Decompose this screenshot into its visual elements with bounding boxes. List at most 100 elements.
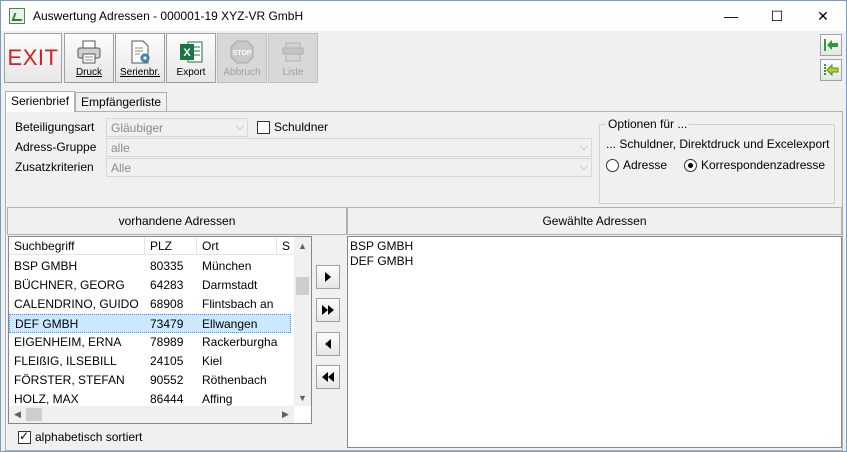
cell-ort: Rackerburgha (202, 335, 278, 349)
table-row[interactable]: FLEIßIG, ILSEBILL 24105 Kiel (9, 352, 291, 371)
schuldner-checkbox[interactable] (257, 121, 270, 134)
nav-back-dotted-button[interactable] (820, 59, 842, 81)
table-row[interactable]: CALENDRINO, GUIDO 68908 Flintsbach an (9, 295, 291, 314)
druck-text: Druck (75, 67, 103, 78)
scroll-down-icon[interactable]: ▼ (294, 389, 311, 406)
druck-label: Druck (76, 67, 102, 78)
cell-plz: 64283 (150, 278, 184, 292)
adresse-radio-label: Adresse (623, 158, 668, 172)
serienbrief-button[interactable]: Serienbr. (115, 33, 165, 83)
add-all-button[interactable] (316, 298, 340, 322)
title-bar: Auswertung Adressen - 000001-19 XYZ-VR G… (1, 1, 846, 31)
list-column-header: Suchbegriff PLZ Ort S (9, 237, 295, 255)
adressgruppe-label: Adress-Gruppe (15, 140, 97, 154)
zusatzkriterien-label: Zusatzkriterien (15, 160, 94, 174)
schuldner-label: Schuldner (274, 120, 329, 134)
scroll-thumb-h[interactable] (26, 408, 42, 421)
chevron-down-icon: ⌵ (579, 141, 588, 153)
stop-icon-text: STOP (233, 50, 252, 57)
scroll-left-icon[interactable]: ◀ (9, 406, 26, 423)
alphabetisch-sortiert-label: alphabetisch sortiert (35, 430, 143, 444)
cell-ort: Flintsbach an (202, 297, 274, 311)
close-button[interactable]: ✕ (800, 1, 846, 31)
vorhandene-adressen-header: vorhandene Adressen (7, 207, 347, 235)
beteiligungsart-select[interactable]: Gläubiger ⌵ (106, 118, 248, 137)
table-row[interactable]: EIGENHEIM, ERNA 78989 Rackerburgha (9, 333, 291, 352)
app-icon (9, 8, 25, 24)
export-button[interactable]: X Export (166, 33, 216, 83)
table-row-selected[interactable]: DEF GMBH 73479 Ellwangen (9, 314, 291, 333)
nav-back-button[interactable] (820, 34, 842, 56)
cell-suchbegriff: BSP GMBH (14, 259, 78, 273)
list-item[interactable]: DEF GMBH (350, 254, 413, 268)
exit-button[interactable]: EXIT (4, 33, 62, 83)
gewaehlte-adressen-list[interactable]: BSP GMBH DEF GMBH (347, 236, 842, 448)
table-row[interactable]: BSP GMBH 80335 München (9, 257, 291, 276)
abbruch-button[interactable]: STOP Abbruch (217, 33, 267, 83)
column-plz[interactable]: PLZ (145, 237, 197, 255)
druck-button[interactable]: Druck (64, 33, 114, 83)
cell-suchbegriff: FLEIßIG, ILSEBILL (14, 354, 117, 368)
document-gear-icon (131, 40, 150, 64)
table-row[interactable]: FÖRSTER, STEFAN 90552 Röthenbach (9, 371, 291, 390)
double-arrow-right-icon (322, 305, 334, 315)
adressgruppe-select[interactable]: alle ⌵ (106, 138, 592, 157)
maximize-button[interactable]: ☐ (754, 1, 800, 31)
minimize-button[interactable]: — (708, 1, 754, 31)
korrespondenzadresse-radio[interactable] (684, 159, 697, 172)
vorhandene-adressen-list[interactable]: Suchbegriff PLZ Ort S BSP GMBH 80335 Mün… (8, 236, 312, 424)
chevron-down-icon: ⌵ (579, 161, 588, 173)
chevron-down-icon: ⌵ (235, 121, 244, 133)
tab-panel-serienbrief: Beteiligungsart Gläubiger ⌵ Schuldner Ad… (5, 111, 843, 451)
cell-suchbegriff: CALENDRINO, GUIDO (14, 297, 139, 311)
adressgruppe-value: alle (111, 141, 130, 155)
beteiligungsart-label: Beteiligungsart (15, 120, 95, 134)
cell-ort: München (202, 259, 252, 273)
serienbrief-text: Serienbr. (119, 67, 161, 78)
optionen-title: Optionen für ... (606, 117, 690, 131)
korrespondenzadresse-radio-label: Korrespondenzadresse (701, 158, 826, 172)
window-controls: — ☐ ✕ (708, 1, 846, 31)
window-title: Auswertung Adressen - 000001-19 XYZ-VR G… (33, 9, 304, 23)
optionen-group: Optionen für ... ... Schuldner, Direktdr… (599, 117, 835, 204)
zusatzkriterien-select[interactable]: Alle ⌵ (106, 158, 592, 177)
cell-plz: 73479 (150, 317, 184, 331)
adresse-radio[interactable] (606, 159, 619, 172)
cell-plz: 80335 (150, 259, 184, 273)
cell-plz: 78989 (150, 335, 184, 349)
stop-icon: STOP (230, 40, 254, 64)
cell-plz: 90552 (150, 373, 184, 387)
tab-bar: Serienbrief Empfängerliste (5, 91, 168, 112)
export-label: Export (176, 67, 206, 78)
double-arrow-left-icon (322, 372, 334, 382)
column-s[interactable]: S (277, 237, 295, 255)
column-ort[interactable]: Ort (197, 237, 277, 255)
tab-serienbrief[interactable]: Serienbrief (5, 91, 76, 112)
cell-plz: 68908 (150, 297, 184, 311)
arrow-right-icon (325, 272, 331, 282)
scroll-up-icon[interactable]: ▲ (294, 237, 311, 254)
table-row[interactable]: HOLZ, MAX 86444 Affing (9, 390, 291, 406)
add-selected-button[interactable] (316, 265, 340, 289)
remove-all-button[interactable] (316, 365, 340, 389)
arrow-left-dotted-icon (824, 63, 839, 77)
cell-suchbegriff: FÖRSTER, STEFAN (14, 373, 125, 387)
horizontal-scrollbar[interactable]: ◀ ▶ (9, 406, 294, 423)
tab-empfaengerliste[interactable]: Empfängerliste (75, 92, 168, 111)
scroll-right-icon[interactable]: ▶ (277, 406, 294, 423)
cell-ort: Affing (202, 392, 233, 406)
cell-plz: 86444 (150, 392, 184, 406)
vertical-scrollbar[interactable]: ▲ ▼ (294, 237, 311, 406)
column-suchbegriff[interactable]: Suchbegriff (9, 237, 145, 255)
cell-suchbegriff: BÜCHNER, GEORG (14, 278, 125, 292)
cell-plz: 24105 (150, 354, 184, 368)
gewaehlte-adressen-header: Gewählte Adressen (347, 207, 842, 235)
list-item[interactable]: BSP GMBH (350, 239, 413, 253)
remove-selected-button[interactable] (316, 332, 340, 356)
main-window: Auswertung Adressen - 000001-19 XYZ-VR G… (0, 0, 847, 452)
liste-button[interactable]: Liste (268, 33, 318, 83)
table-row[interactable]: BÜCHNER, GEORG 64283 Darmstadt (9, 276, 291, 295)
printer-icon (77, 40, 101, 64)
alphabetisch-sortiert-checkbox[interactable] (18, 429, 31, 444)
scroll-thumb[interactable] (296, 277, 309, 295)
